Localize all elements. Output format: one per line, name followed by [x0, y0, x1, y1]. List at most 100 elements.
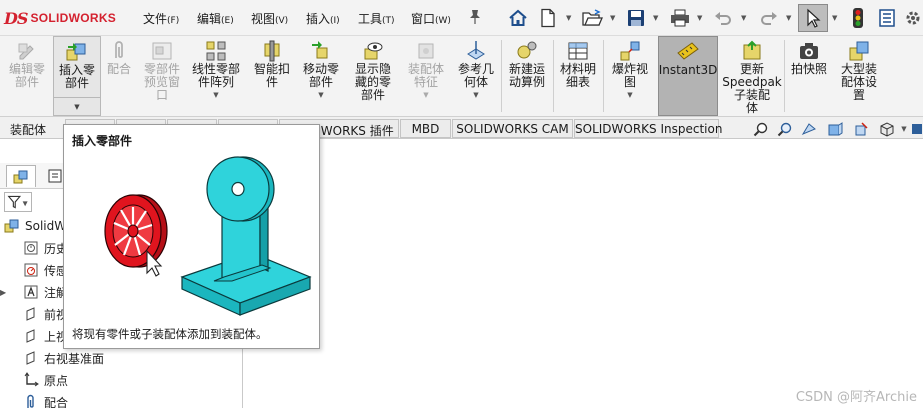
tree-item-label: 原点: [44, 373, 69, 388]
move-component-icon: [309, 40, 333, 62]
menu-window[interactable]: 窗口(W): [411, 10, 451, 27]
large-assembly-settings-button[interactable]: 大型装 配体设 置: [835, 36, 883, 116]
exploded-view-button[interactable]: 爆炸视 图 ▼: [606, 36, 654, 116]
tree-item-mates[interactable]: 配合: [10, 393, 68, 408]
tree-item-history[interactable]: 历史: [10, 239, 68, 257]
chevron-down-icon[interactable]: ▼: [213, 91, 218, 99]
solidworks-window: DS SOLIDWORKS 文件(F) 编辑(E) 视图(V) 插入(I) 工具…: [0, 0, 923, 408]
chevron-down-icon[interactable]: ▼: [318, 91, 323, 99]
filter-icon[interactable]: ▼: [4, 192, 32, 212]
solidworks-logo[interactable]: DS SOLIDWORKS: [4, 8, 116, 28]
bill-of-materials-button[interactable]: 材料明 细表: [555, 36, 601, 116]
reference-geometry-icon: [464, 40, 488, 62]
assembly-features-icon: [414, 40, 438, 62]
paperclip-icon: [22, 394, 40, 408]
traffic-light-icon[interactable]: [846, 6, 870, 30]
graphics-area[interactable]: CSDN @阿齐Archie: [244, 139, 923, 408]
menu-insert-key: (I): [330, 16, 340, 26]
print-icon[interactable]: [668, 6, 692, 30]
chevron-down-icon[interactable]: ▼: [54, 97, 100, 115]
tab-mbd[interactable]: MBD: [400, 119, 451, 138]
instant3d-button[interactable]: Instant3D: [658, 36, 718, 116]
undo-icon[interactable]: [711, 6, 735, 30]
chevron-down-icon[interactable]: ▼: [741, 15, 747, 22]
home-icon[interactable]: [506, 6, 530, 30]
tab-assembly[interactable]: 装配体: [3, 119, 53, 138]
menu-view[interactable]: 视图(V): [251, 10, 288, 27]
options-icon[interactable]: [875, 6, 899, 30]
ribbon-separator: [553, 40, 554, 112]
tree-item-origin[interactable]: 原点: [10, 371, 68, 389]
bill-of-materials-label: 材料明 细表: [559, 62, 596, 89]
insert-components-icon: [65, 41, 89, 63]
component-preview-button[interactable]: 零部件 预览窗 口: [138, 36, 186, 116]
watermark: CSDN @阿齐Archie: [795, 390, 917, 405]
display-style-icon[interactable]: [910, 120, 923, 137]
edit-component-button[interactable]: 编辑零 部件: [3, 36, 51, 116]
open-folder-icon[interactable]: [580, 6, 604, 30]
assembly-features-label: 装配体 特征: [407, 62, 444, 89]
mate-button[interactable]: 配合: [103, 36, 135, 116]
tree-item-annotations[interactable]: ▶ 注解: [0, 283, 68, 301]
move-component-button[interactable]: 移动零 部件 ▼: [298, 36, 344, 116]
redo-icon[interactable]: [757, 6, 781, 30]
menu-tools-key: (T): [382, 16, 395, 26]
select-arrow-icon[interactable]: [798, 4, 828, 32]
chevron-down-icon[interactable]: ▼: [566, 15, 572, 22]
motion-study-icon: [515, 40, 539, 62]
new-motion-study-label: 新建运 动算例: [508, 62, 545, 89]
chevron-down-icon[interactable]: ▼: [423, 91, 428, 99]
menu-edit[interactable]: 编辑(E): [197, 10, 234, 27]
large-assembly-label: 大型装 配体设 置: [840, 62, 877, 102]
assembly-features-button[interactable]: 装配体 特征 ▼: [402, 36, 450, 116]
new-document-icon[interactable]: [536, 6, 560, 30]
tab-solidworks-inspection[interactable]: SOLIDWORKS Inspection: [574, 119, 722, 138]
ribbon-separator: [501, 40, 502, 112]
chevron-down-icon[interactable]: ▼: [627, 91, 632, 99]
smart-fasteners-button[interactable]: 智能扣 件: [249, 36, 295, 116]
linear-pattern-button[interactable]: 线性零部 件阵列 ▼: [188, 36, 244, 116]
feature-tree-tab-icon[interactable]: [6, 165, 36, 187]
tooltip-title: 插入零部件: [72, 134, 133, 148]
sensor-icon: [22, 262, 40, 278]
chevron-right-icon[interactable]: ▶: [0, 288, 22, 297]
zoom-to-fit-icon[interactable]: [752, 120, 770, 137]
section-view-icon[interactable]: [826, 120, 844, 137]
tab-solidworks-cam[interactable]: SOLIDWORKS CAM: [452, 119, 573, 138]
new-motion-study-button[interactable]: 新建运 动算例: [503, 36, 551, 116]
zoom-to-area-icon[interactable]: [776, 120, 794, 137]
insert-components-tooltip: 插入零部件 将现有零件或子装配体添加到装配体。: [63, 124, 320, 349]
chevron-down-icon[interactable]: ▼: [653, 15, 659, 22]
chevron-down-icon[interactable]: ▼: [786, 15, 792, 22]
previous-view-icon[interactable]: [800, 120, 818, 137]
menu-tools-label: 工具: [358, 12, 383, 26]
plane-icon: [22, 350, 40, 366]
chevron-down-icon[interactable]: ▼: [697, 15, 703, 22]
move-component-label: 移动零 部件: [302, 62, 339, 89]
menu-file-key: (F): [167, 16, 180, 26]
chevron-down-icon[interactable]: ▼: [473, 91, 478, 99]
gear-icon[interactable]: [901, 6, 923, 30]
show-hidden-components-button[interactable]: 显示隐 藏的零 部件: [349, 36, 397, 116]
insert-components-button[interactable]: 插入零 部件 ▼: [53, 36, 101, 116]
smart-fasteners-label: 智能扣 件: [253, 62, 290, 89]
take-snapshot-button[interactable]: 拍快照: [787, 36, 831, 116]
reference-geometry-button[interactable]: 参考几 何体 ▼: [453, 36, 499, 116]
plane-icon: [22, 306, 40, 322]
dynamic-annotation-icon[interactable]: [852, 120, 870, 137]
pin-icon[interactable]: [468, 9, 482, 25]
view-orientation-icon[interactable]: [878, 120, 896, 137]
tree-item-right-plane[interactable]: 右视基准面: [10, 349, 104, 367]
instant3d-label: Instant3D: [658, 63, 718, 77]
menu-file[interactable]: 文件(F): [143, 10, 179, 27]
update-speedpak-button[interactable]: 更新 Speedpak 子装配 体: [722, 36, 782, 116]
show-hidden-label: 显示隐 藏的零 部件: [354, 62, 391, 102]
chevron-down-icon[interactable]: ▼: [898, 120, 910, 137]
menu-edit-key: (E): [221, 16, 234, 26]
exploded-view-label: 爆炸视 图: [611, 62, 648, 89]
chevron-down-icon[interactable]: ▼: [610, 15, 616, 22]
save-icon[interactable]: [624, 6, 648, 30]
chevron-down-icon[interactable]: ▼: [832, 15, 838, 22]
menu-tools[interactable]: 工具(T): [358, 10, 395, 27]
menu-insert[interactable]: 插入(I): [306, 10, 340, 27]
